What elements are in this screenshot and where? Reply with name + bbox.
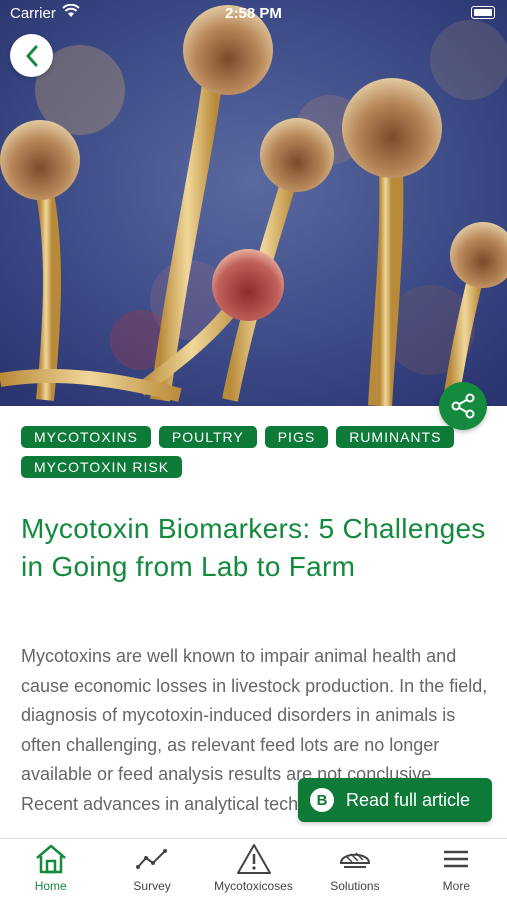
article-title: Mycotoxin Biomarkers: 5 Challenges in Go… bbox=[21, 513, 486, 582]
solutions-icon bbox=[339, 852, 370, 868]
tab-bar: Home Survey Mycotoxicoses Solutions More bbox=[0, 838, 507, 901]
chevron-left-icon bbox=[26, 45, 37, 66]
home-icon bbox=[35, 844, 66, 874]
tab-survey[interactable]: Survey bbox=[101, 839, 202, 901]
tab-home-label: Home bbox=[34, 879, 67, 893]
share-icon bbox=[451, 393, 475, 419]
tab-solutions-label: Solutions bbox=[330, 879, 380, 893]
share-button[interactable] bbox=[439, 382, 487, 430]
back-button[interactable] bbox=[10, 34, 53, 77]
tab-mycotoxicoses[interactable]: Mycotoxicoses bbox=[203, 839, 304, 901]
battery-icon bbox=[471, 6, 495, 19]
read-full-article-label: Read full article bbox=[346, 789, 471, 810]
tag-pigs[interactable]: PIGS bbox=[264, 426, 329, 448]
tag-mycotoxins[interactable]: MYCOTOXINS bbox=[21, 426, 151, 448]
warning-icon bbox=[236, 844, 271, 874]
menu-icon bbox=[444, 850, 469, 868]
tab-solutions[interactable]: Solutions bbox=[304, 839, 405, 901]
hero-image bbox=[0, 0, 507, 406]
tab-mycotoxicoses-label: Mycotoxicoses bbox=[214, 879, 293, 893]
tab-more-label: More bbox=[442, 879, 470, 893]
tag-list: MYCOTOXINS POULTRY PIGS RUMINANTS MYCOTO… bbox=[21, 426, 491, 478]
tag-ruminants[interactable]: RUMINANTS bbox=[336, 426, 455, 448]
status-bar: Carrier 2:58 PM bbox=[0, 0, 507, 28]
status-time: 2:58 PM bbox=[225, 5, 282, 22]
tag-poultry[interactable]: POULTRY bbox=[158, 426, 257, 448]
tab-home[interactable]: Home bbox=[0, 839, 101, 901]
brand-logo-icon: B bbox=[310, 788, 334, 812]
tab-survey-label: Survey bbox=[133, 879, 171, 893]
tab-more[interactable]: More bbox=[406, 839, 507, 901]
trend-line-icon bbox=[136, 849, 168, 869]
tag-mycotoxin-risk[interactable]: MYCOTOXIN RISK bbox=[21, 456, 183, 478]
read-full-article-button[interactable]: B Read full article bbox=[298, 778, 492, 822]
